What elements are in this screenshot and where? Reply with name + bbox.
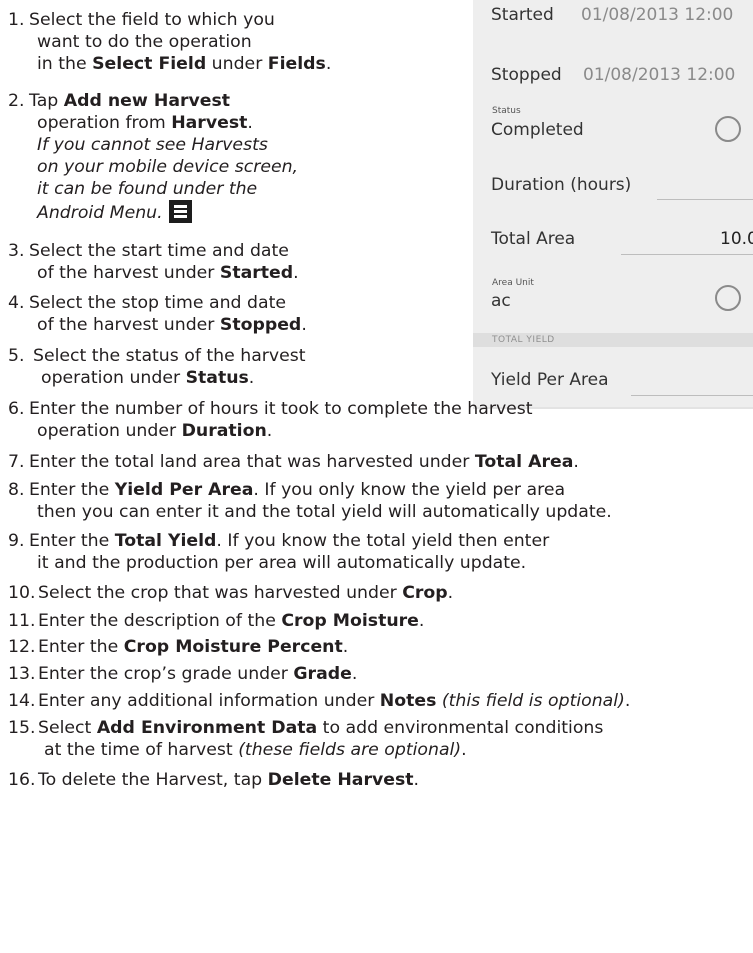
total-area-label: Total Area: [491, 229, 576, 249]
status-row[interactable]: Status Completed: [473, 100, 753, 156]
total-yield-section-label: TOTAL YIELD: [492, 335, 555, 345]
total-yield-section: TOTAL YIELD: [473, 333, 753, 347]
step-number: 1.: [8, 10, 25, 30]
android-menu-icon: [168, 200, 192, 223]
area-unit-dropdown-icon[interactable]: [715, 285, 741, 311]
started-label: Started: [491, 5, 554, 25]
area-unit-caption: Area Unit: [492, 278, 534, 288]
stopped-label: Stopped: [491, 65, 562, 85]
step-number: 2.: [8, 91, 25, 111]
duration-input-underline[interactable]: [657, 199, 753, 200]
status-caption: Status: [492, 106, 521, 116]
yield-per-area-row[interactable]: Yield Per Area: [473, 349, 753, 405]
started-value[interactable]: 01/08/2013 12:00: [581, 5, 733, 25]
duration-label: Duration (hours): [491, 175, 632, 195]
total-area-underline: [621, 254, 753, 255]
yield-per-area-label: Yield Per Area: [491, 370, 609, 390]
step-note: If you cannot see Harvests: [37, 135, 268, 155]
step-note: it can be found under the: [37, 179, 258, 199]
yield-per-area-underline[interactable]: [631, 395, 753, 396]
duration-row[interactable]: Duration (hours): [473, 160, 753, 210]
total-area-row[interactable]: Total Area 10.0: [473, 213, 753, 263]
step-note: on your mobile device screen,: [37, 157, 299, 177]
step-text: want to do the operation: [37, 32, 252, 52]
harvest-form-screenshot: Started 01/08/2013 12:00 Stopped 01/08/2…: [473, 0, 753, 409]
started-row[interactable]: Started 01/08/2013 12:00: [473, 0, 753, 48]
area-unit-row[interactable]: Area Unit ac: [473, 271, 753, 327]
stopped-row[interactable]: Stopped 01/08/2013 12:00: [473, 48, 753, 96]
step-note: Android Menu.: [37, 203, 163, 223]
step-text: Select the field to which you: [29, 10, 275, 30]
status-dropdown-icon[interactable]: [715, 116, 741, 142]
status-value[interactable]: Completed: [491, 120, 584, 140]
total-area-value[interactable]: 10.0: [720, 229, 753, 249]
area-unit-value[interactable]: ac: [491, 291, 511, 311]
stopped-value[interactable]: 01/08/2013 12:00: [583, 65, 735, 85]
